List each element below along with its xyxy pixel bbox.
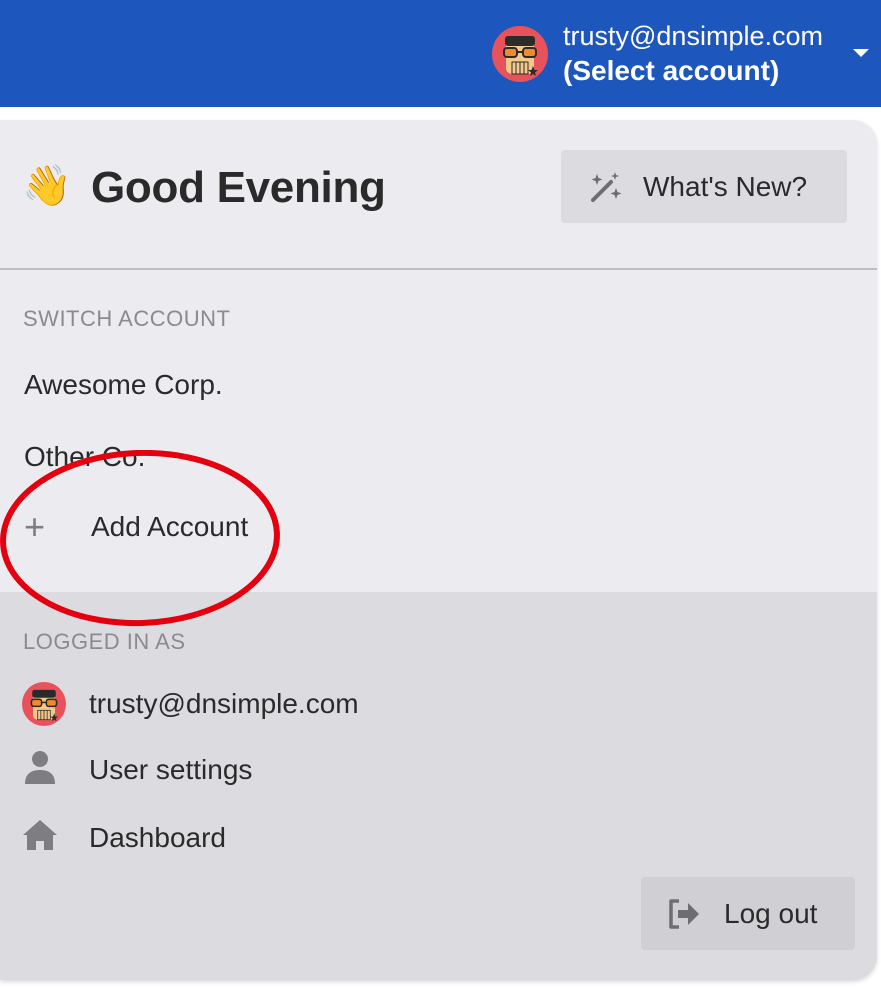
account-dropdown-panel: 👋 Good Evening What's New? SWITCH ACCOUN… <box>0 120 877 980</box>
waving-hand-icon: 👋 <box>22 164 72 208</box>
switch-account-heading: SWITCH ACCOUNT <box>23 306 231 331</box>
dashboard-link[interactable]: Dashboard <box>22 816 522 862</box>
account-item-other-co[interactable]: Other Co. <box>24 440 145 474</box>
whats-new-button[interactable]: What's New? <box>561 150 847 223</box>
whats-new-label: What's New? <box>643 171 808 202</box>
top-bar: trusty@dnsimple.com (Select account) <box>0 0 881 107</box>
plus-icon: + <box>24 506 46 547</box>
home-icon <box>23 820 57 850</box>
user-avatar-icon <box>22 682 66 726</box>
add-account-button[interactable]: + Add Account <box>24 508 324 548</box>
divider <box>0 268 877 270</box>
select-account-label[interactable]: (Select account) <box>563 54 779 88</box>
logout-button[interactable]: Log out <box>641 877 855 950</box>
greeting-title: Good Evening <box>91 163 386 212</box>
dashboard-label: Dashboard <box>89 822 226 853</box>
user-avatar-icon[interactable] <box>492 26 548 82</box>
add-account-label: Add Account <box>91 511 249 542</box>
magic-wand-icon <box>591 172 622 202</box>
logged-in-email: trusty@dnsimple.com <box>89 688 359 719</box>
caret-down-icon[interactable] <box>853 49 869 57</box>
user-settings-label: User settings <box>89 754 253 785</box>
sign-out-icon <box>669 899 699 929</box>
user-icon <box>25 751 55 784</box>
panel-header: 👋 Good Evening What's New? <box>0 120 877 268</box>
account-email[interactable]: trusty@dnsimple.com <box>563 20 823 52</box>
logged-in-user[interactable]: trusty@dnsimple.com <box>22 682 522 728</box>
logged-in-heading: LOGGED IN AS <box>23 629 186 654</box>
logout-label: Log out <box>724 898 818 929</box>
account-item-awesome-corp[interactable]: Awesome Corp. <box>24 368 223 402</box>
user-settings-link[interactable]: User settings <box>22 748 522 794</box>
logged-in-section: LOGGED IN AS trusty@dnsimple.com User se… <box>0 592 877 980</box>
